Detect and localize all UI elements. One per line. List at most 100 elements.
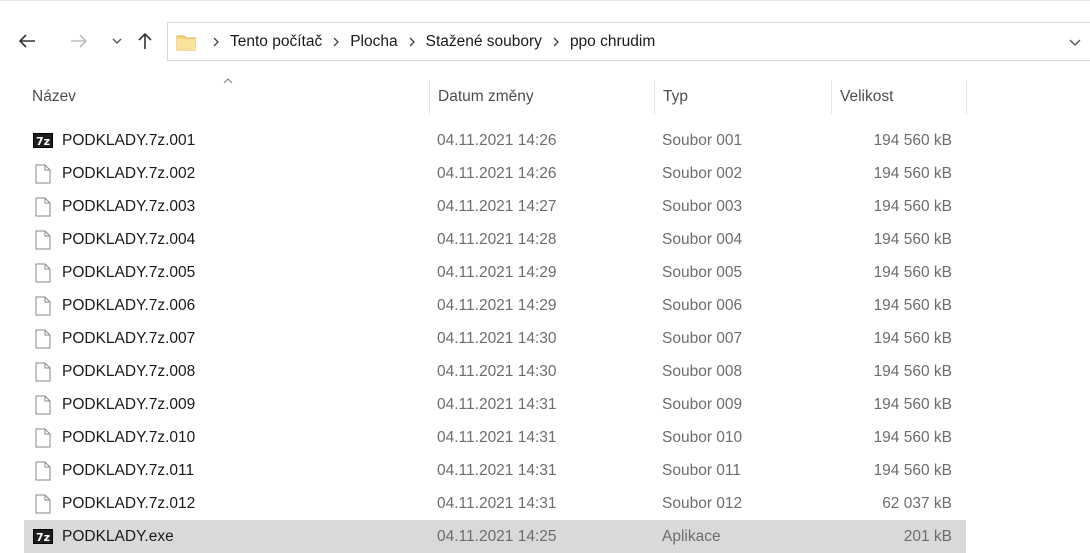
file-row[interactable]: PODKLADY.7z.009 04.11.2021 14:31 Soubor 00… [0,388,1090,421]
file-date: 04.11.2021 14:30 [437,329,557,347]
column-size[interactable]: Velikost [832,74,966,120]
file-name[interactable]: PODKLADY.7z.007 [62,322,195,355]
breadcrumb-chevron-icon[interactable] [208,34,224,50]
file-icon-cell [32,421,54,454]
file-name[interactable]: PODKLADY.7z.003 [62,190,195,223]
file-icon-cell [32,487,54,520]
file-row[interactable]: PODKLADY.7z.004 04.11.2021 14:28 Soubor 00… [0,223,1090,256]
file-row[interactable]: 7z PODKLADY.7z.001 04.11.2021 14:26 Soubor … [0,124,1090,157]
file-name[interactable]: PODKLADY.7z.002 [62,157,195,190]
file-date: 04.11.2021 14:31 [437,461,557,479]
file-name[interactable]: PODKLADY.exe [62,520,174,553]
file-type: Aplikace [662,527,721,545]
file-icon [35,395,51,414]
file-size: 201 kB [903,527,952,545]
file-icon-cell [32,223,54,256]
file-size: 194 560 kB [873,296,952,314]
arrow-left-icon [18,34,35,48]
file-type: Soubor 003 [662,197,743,215]
file-type: Soubor 010 [662,428,743,446]
column-type[interactable]: Typ [655,74,831,120]
file-name[interactable]: PODKLADY.7z.008 [62,355,195,388]
chevron-down-icon [112,38,122,44]
file-row[interactable]: PODKLADY.7z.006 04.11.2021 14:29 Soubor 00… [0,289,1090,322]
file-icon-cell [32,256,54,289]
file-row[interactable]: PODKLADY.7z.008 04.11.2021 14:30 Soubor 00… [0,355,1090,388]
file-icon [35,164,51,183]
file-date: 04.11.2021 14:29 [437,263,557,281]
file-row[interactable]: 7z PODKLADY.exe 04.11.2021 14:25 Aplikace 20… [0,520,1090,553]
file-icon [35,461,51,480]
breadcrumb-desktop[interactable]: Plocha [350,33,397,51]
file-icon-cell [32,454,54,487]
address-dropdown-icon[interactable] [1066,33,1084,51]
file-name[interactable]: PODKLADY.7z.012 [62,487,195,520]
file-icon-cell: 7z [32,520,54,553]
file-type: Soubor 011 [662,461,741,479]
file-icon [35,296,51,315]
file-name[interactable]: PODKLADY.7z.001 [62,124,195,157]
column-divider[interactable] [966,80,967,114]
file-size: 194 560 kB [873,131,952,149]
file-icon-cell [32,289,54,322]
file-row[interactable]: PODKLADY.7z.005 04.11.2021 14:29 Soubor 00… [0,256,1090,289]
file-name[interactable]: PODKLADY.7z.009 [62,388,195,421]
file-name[interactable]: PODKLADY.7z.010 [62,421,195,454]
breadcrumb-chevron-icon[interactable] [404,34,420,50]
file-type: Soubor 008 [662,362,743,380]
arrow-right-icon [71,34,88,48]
file-name[interactable]: PODKLADY.7z.005 [62,256,195,289]
file-icon-cell: 7z [32,124,54,157]
file-size: 194 560 kB [873,329,952,347]
file-icon [35,428,51,447]
file-date: 04.11.2021 14:31 [437,494,557,512]
back-button[interactable] [14,28,40,54]
navigation-bar: Tento počítač Plocha Stažené soubory ppo… [0,0,1090,68]
7z-icon: 7z [33,133,53,148]
column-date[interactable]: Datum změny [430,74,654,120]
file-size: 194 560 kB [873,164,952,182]
file-date: 04.11.2021 14:30 [437,362,557,380]
breadcrumb-downloads[interactable]: Stažené soubory [426,33,542,51]
address-bar[interactable]: Tento počítač Plocha Stažené soubory ppo… [167,22,1090,61]
7z-icon: 7z [33,529,53,544]
file-row[interactable]: PODKLADY.7z.003 04.11.2021 14:27 Soubor 00… [0,190,1090,223]
file-date: 04.11.2021 14:26 [437,164,557,182]
file-name[interactable]: PODKLADY.7z.011 [62,454,194,487]
breadcrumb-this-pc[interactable]: Tento počítač [230,33,322,51]
file-icon [35,362,51,381]
file-date: 04.11.2021 14:27 [437,197,557,215]
arrow-up-icon [138,32,152,49]
breadcrumb-chevron-icon[interactable] [328,34,344,50]
up-button[interactable] [132,28,158,54]
breadcrumb-chevron-icon[interactable] [548,34,564,50]
file-row[interactable]: PODKLADY.7z.002 04.11.2021 14:26 Soubor 00… [0,157,1090,190]
file-row[interactable]: PODKLADY.7z.012 04.11.2021 14:31 Soubor 01… [0,487,1090,520]
file-date: 04.11.2021 14:26 [437,131,557,149]
file-icon [35,263,51,282]
file-icon [35,329,51,348]
breadcrumb-current-folder[interactable]: ppo chrudim [570,33,655,51]
file-size: 62 037 kB [882,494,952,512]
file-size: 194 560 kB [873,461,952,479]
file-name[interactable]: PODKLADY.7z.006 [62,289,195,322]
file-date: 04.11.2021 14:28 [437,230,557,248]
file-type: Soubor 006 [662,296,743,314]
file-type: Soubor 004 [662,230,743,248]
file-size: 194 560 kB [873,263,952,281]
file-row[interactable]: PODKLADY.7z.007 04.11.2021 14:30 Soubor 00… [0,322,1090,355]
file-type: Soubor 012 [662,494,743,512]
file-row[interactable]: PODKLADY.7z.011 04.11.2021 14:31 Soubor 01… [0,454,1090,487]
file-type: Soubor 002 [662,164,743,182]
file-date: 04.11.2021 14:31 [437,428,557,446]
file-date: 04.11.2021 14:25 [437,527,557,545]
forward-button[interactable] [66,28,92,54]
file-row[interactable]: PODKLADY.7z.010 04.11.2021 14:31 Soubor 01… [0,421,1090,454]
recent-locations-button[interactable] [104,28,130,54]
column-name[interactable]: Název [24,74,429,120]
file-icon-cell [32,322,54,355]
file-type: Soubor 005 [662,263,743,281]
file-name[interactable]: PODKLADY.7z.004 [62,223,195,256]
file-size: 194 560 kB [873,197,952,215]
file-icon-cell [32,157,54,190]
